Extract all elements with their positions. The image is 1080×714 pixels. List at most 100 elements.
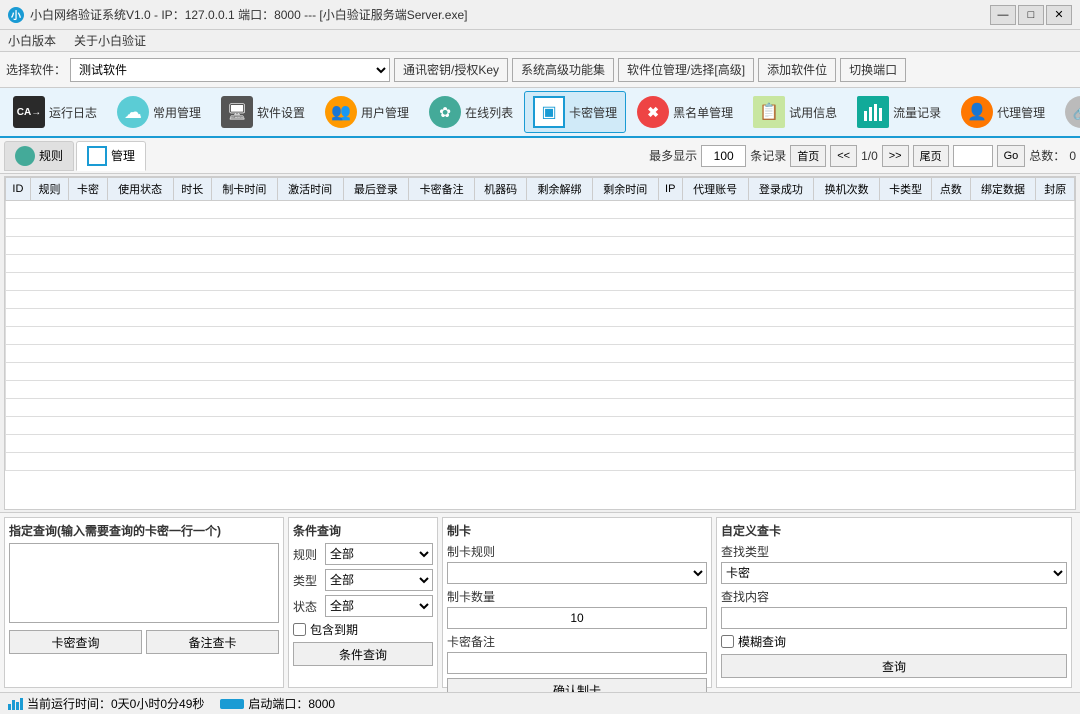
col-ip: IP xyxy=(658,178,682,201)
maximize-button[interactable]: □ xyxy=(1018,5,1044,25)
online-list-btn[interactable]: ✿ 在线列表 xyxy=(420,91,522,133)
col-change-machine: 换机次数 xyxy=(814,178,880,201)
type-select[interactable]: 全部 xyxy=(325,569,433,591)
flow-record-btn[interactable]: 流量记录 xyxy=(848,91,950,133)
max-display-label: 最多显示 xyxy=(649,147,697,164)
col-card: 卡密 xyxy=(69,178,107,201)
status-select[interactable]: 全部 xyxy=(325,595,433,617)
proxy-mgr-btn[interactable]: 👤 代理管理 xyxy=(952,91,1054,133)
table-row[interactable] xyxy=(6,327,1075,345)
data-table: ID 规则 卡密 使用状态 时长 制卡时间 激活时间 最后登录 卡密备注 机器码… xyxy=(5,177,1075,471)
close-button[interactable]: ✕ xyxy=(1046,5,1072,25)
max-display-input[interactable]: 100 xyxy=(701,145,746,167)
col-status: 使用状态 xyxy=(107,178,173,201)
card-query-btn[interactable]: 卡密查询 xyxy=(9,630,142,654)
software-settings-btn[interactable]: 🖥 软件设置 xyxy=(212,91,314,133)
card-mgr-btn[interactable]: ▣ 卡密管理 xyxy=(524,91,626,133)
table-body xyxy=(6,201,1075,471)
menu-item-about[interactable]: 关于小白验证 xyxy=(70,30,150,51)
table-row[interactable] xyxy=(6,273,1075,291)
col-make-time: 制卡时间 xyxy=(211,178,277,201)
table-row[interactable] xyxy=(6,291,1075,309)
table-row[interactable] xyxy=(6,309,1075,327)
blacklist-btn[interactable]: ✖ 黑名单管理 xyxy=(628,91,742,133)
trial-info-btn[interactable]: 📋 试用信息 xyxy=(744,91,846,133)
rule-select[interactable]: 全部 xyxy=(325,543,433,565)
table-row[interactable] xyxy=(6,219,1075,237)
table-row[interactable] xyxy=(6,399,1075,417)
table-header-row: ID 规则 卡密 使用状态 时长 制卡时间 激活时间 最后登录 卡密备注 机器码… xyxy=(6,178,1075,201)
run-log-btn[interactable]: CA→ 运行日志 xyxy=(4,91,106,133)
note-query-btn[interactable]: 备注查卡 xyxy=(146,630,279,654)
total-value: 0 xyxy=(1069,149,1076,163)
user-mgr-label: 用户管理 xyxy=(361,104,409,121)
include-expired-checkbox[interactable] xyxy=(293,623,306,636)
table-row[interactable] xyxy=(6,255,1075,273)
query-textarea[interactable] xyxy=(9,543,279,623)
tab-area: 规则 管理 最多显示 100 条记录 首页 << 1/0 >> 尾页 Go 总数… xyxy=(0,138,1080,174)
condition-query-btn[interactable]: 条件查询 xyxy=(293,642,433,666)
prev-nav-btn[interactable]: << xyxy=(830,145,857,167)
table-row[interactable] xyxy=(6,201,1075,219)
minimize-button[interactable]: — xyxy=(990,5,1016,25)
advanced-func-button[interactable]: 系统高级功能集 xyxy=(512,58,614,82)
table-row[interactable] xyxy=(6,237,1075,255)
first-page-btn[interactable]: 首页 xyxy=(790,145,826,167)
fuzzy-checkbox[interactable] xyxy=(721,635,734,648)
menu-bar: 小白版本 关于小白验证 xyxy=(0,30,1080,52)
tab-rules[interactable]: 规则 xyxy=(4,141,74,171)
last-page-btn[interactable]: 尾页 xyxy=(913,145,949,167)
flow-record-label: 流量记录 xyxy=(893,104,941,121)
table-row[interactable] xyxy=(6,435,1075,453)
make-card-count-label: 制卡数量 xyxy=(447,588,707,605)
query-btns: 卡密查询 备注查卡 xyxy=(9,630,279,654)
col-seal: 封原 xyxy=(1036,178,1075,201)
port-indicator xyxy=(220,699,244,709)
condition-section-title: 条件查询 xyxy=(293,522,433,539)
title-text: 小白网络验证系统V1.0 - IP：127.0.0.1 端口：8000 --- … xyxy=(30,6,467,23)
make-card-note-label: 卡密备注 xyxy=(447,633,707,650)
table-row[interactable] xyxy=(6,381,1075,399)
status-bar: 当前运行时间：0天0小时0分49秒 启动端口：8000 xyxy=(0,692,1080,714)
switch-port-button[interactable]: 切换端口 xyxy=(840,58,906,82)
page-info: 1/0 xyxy=(861,149,878,163)
menu-item-version[interactable]: 小白版本 xyxy=(4,30,60,51)
search-type-select[interactable]: 卡密 xyxy=(721,562,1067,584)
go-input[interactable] xyxy=(953,145,993,167)
tab-right: 最多显示 100 条记录 首页 << 1/0 >> 尾页 Go 总数： 0 xyxy=(649,145,1076,167)
fuzzy-label: 模糊查询 xyxy=(738,633,786,650)
next-nav-btn[interactable]: >> xyxy=(882,145,909,167)
icon-toolbar: CA→ 运行日志 ☁ 常用管理 🖥 软件设置 👥 用户管理 xyxy=(0,88,1080,138)
user-mgr-btn[interactable]: 👥 用户管理 xyxy=(316,91,418,133)
col-remaining-time: 剩余时间 xyxy=(592,178,658,201)
col-login-success: 登录成功 xyxy=(748,178,814,201)
fuzzy-checkbox-row: 模糊查询 xyxy=(721,633,1067,650)
table-row[interactable] xyxy=(6,453,1075,471)
col-note: 卡密备注 xyxy=(409,178,475,201)
runtime-area: 当前运行时间：0天0小时0分49秒 xyxy=(8,695,204,712)
add-software-button[interactable]: 添加软件位 xyxy=(758,58,836,82)
type-row: 类型 全部 xyxy=(293,569,433,591)
make-card-note-input[interactable] xyxy=(447,652,707,674)
custom-query-btn[interactable]: 查询 xyxy=(721,654,1067,678)
common-mgr-btn[interactable]: ☁ 常用管理 xyxy=(108,91,210,133)
tab-manage[interactable]: 管理 xyxy=(76,141,146,171)
software-mgr-button[interactable]: 软件位管理/选择[高级] xyxy=(618,58,754,82)
title-bar: 小 小白网络验证系统V1.0 - IP：127.0.0.1 端口：8000 --… xyxy=(0,0,1080,30)
table-row[interactable] xyxy=(6,345,1075,363)
type-label: 类型 xyxy=(293,572,321,589)
comm-key-button[interactable]: 通讯密钥/授权Key xyxy=(394,58,508,82)
top-toolbar: 选择软件： 测试软件 通讯密钥/授权Key 系统高级功能集 软件位管理/选择[高… xyxy=(0,52,1080,88)
select-label: 选择软件： xyxy=(6,61,66,78)
make-card-rule-select[interactable] xyxy=(447,562,707,584)
custom-card-section: 自定义查卡 查找类型 卡密 查找内容 模糊查询 查询 xyxy=(716,517,1072,688)
go-btn[interactable]: Go xyxy=(997,145,1026,167)
col-bind-data: 绑定数据 xyxy=(970,178,1036,201)
col-points: 点数 xyxy=(932,178,970,201)
table-row[interactable] xyxy=(6,363,1075,381)
cloud-js-btn[interactable]: 🔗 云计算/JS xyxy=(1056,91,1080,133)
table-row[interactable] xyxy=(6,417,1075,435)
search-content-input[interactable] xyxy=(721,607,1067,629)
make-card-count-input[interactable]: 10 xyxy=(447,607,707,629)
software-select[interactable]: 测试软件 xyxy=(70,58,390,82)
